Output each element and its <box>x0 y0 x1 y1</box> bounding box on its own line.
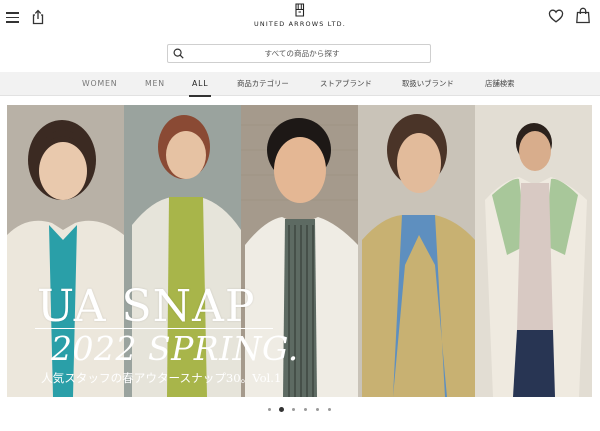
carousel-dot[interactable] <box>268 408 271 411</box>
nav-item-men[interactable]: MEN <box>145 72 165 96</box>
carousel-dot[interactable] <box>316 408 319 411</box>
brand-mark-icon <box>295 3 305 17</box>
heart-icon[interactable] <box>548 8 564 24</box>
nav-item-product-category[interactable]: 商品カテゴリー <box>237 72 289 96</box>
hero-title: UA SNAP <box>37 281 256 332</box>
nav-item-handled-brands[interactable]: 取扱いブランド <box>402 72 454 96</box>
carousel-dot[interactable] <box>279 407 284 412</box>
search-input[interactable]: すべての商品から探す <box>168 45 430 62</box>
nav-item-store-search[interactable]: 店舗検索 <box>485 72 515 96</box>
brand-name: UNITED ARROWS LTD. <box>253 20 347 28</box>
hero-banner[interactable]: UA SNAP 2022 SPRING. 人気スタッフの春アウタースナップ30。… <box>7 105 592 397</box>
nav-item-women[interactable]: WOMEN <box>82 72 117 96</box>
hero-caption: 人気スタッフの春アウタースナップ30。Vol.1 <box>41 371 282 385</box>
nav-item-store-brand[interactable]: ストアブランド <box>320 72 372 96</box>
search-box[interactable]: すべての商品から探す <box>167 44 431 63</box>
carousel-dot[interactable] <box>328 408 331 411</box>
category-nav: WOMEN MEN ALL 商品カテゴリー ストアブランド 取扱いブランド 店舗… <box>0 72 600 97</box>
hero-subtitle: 2022 SPRING. <box>51 329 299 368</box>
shopping-bag-icon[interactable] <box>575 7 591 24</box>
site-header: UNITED ARROWS LTD. <box>0 0 600 36</box>
brand-logo[interactable]: UNITED ARROWS LTD. <box>232 3 368 33</box>
carousel-dot[interactable] <box>304 408 307 411</box>
hamburger-menu-icon[interactable] <box>5 9 21 25</box>
share-icon[interactable] <box>30 9 46 25</box>
nav-item-all[interactable]: ALL <box>188 72 212 97</box>
carousel-dot[interactable] <box>292 408 295 411</box>
carousel-pagination <box>0 405 600 415</box>
